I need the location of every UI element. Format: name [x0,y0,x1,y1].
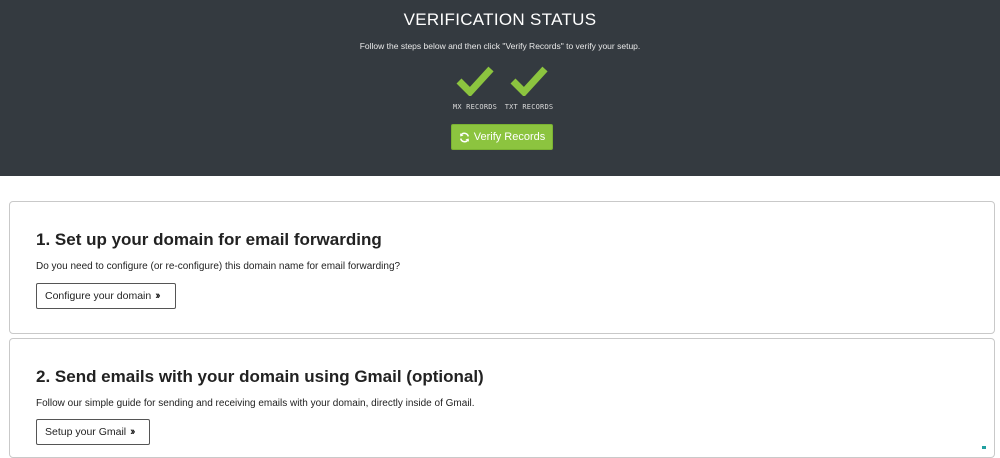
status-instructions: Follow the steps below and then click "V… [359,41,641,51]
step-card-domain-setup: 1. Set up your domain for email forwardi… [9,201,995,334]
mx-record-label: MX RECORDS [452,103,498,111]
configure-domain-button[interactable]: Configure your domain ›› [36,283,176,309]
double-chevron-right-icon: ›› [155,290,161,302]
refresh-icon [459,132,469,142]
check-icon [456,66,494,96]
check-icon [510,66,548,96]
configure-domain-label: Configure your domain [45,290,152,302]
verify-records-label: Verify Records [473,131,546,143]
verification-status-banner: VERIFICATION STATUS Follow the steps bel… [0,0,1000,176]
step-card-gmail-setup: 2. Send emails with your domain using Gm… [9,338,995,458]
page-title: VERIFICATION STATUS [403,10,597,29]
txt-record-status: TXT RECORDS [499,64,559,111]
step-description: Follow our simple guide for sending and … [36,398,475,409]
scroll-indicator [982,446,986,449]
step-title: 1. Set up your domain for email forwardi… [36,230,382,249]
verify-records-button[interactable]: Verify Records [451,124,553,150]
double-chevron-right-icon: ›› [130,426,136,438]
step-title: 2. Send emails with your domain using Gm… [36,367,484,386]
step-description: Do you need to configure (or re-configur… [36,261,401,272]
setup-gmail-button[interactable]: Setup your Gmail ›› [36,419,150,445]
txt-record-label: TXT RECORDS [504,103,554,111]
setup-gmail-label: Setup your Gmail [45,426,127,438]
mx-record-status: MX RECORDS [445,64,505,111]
